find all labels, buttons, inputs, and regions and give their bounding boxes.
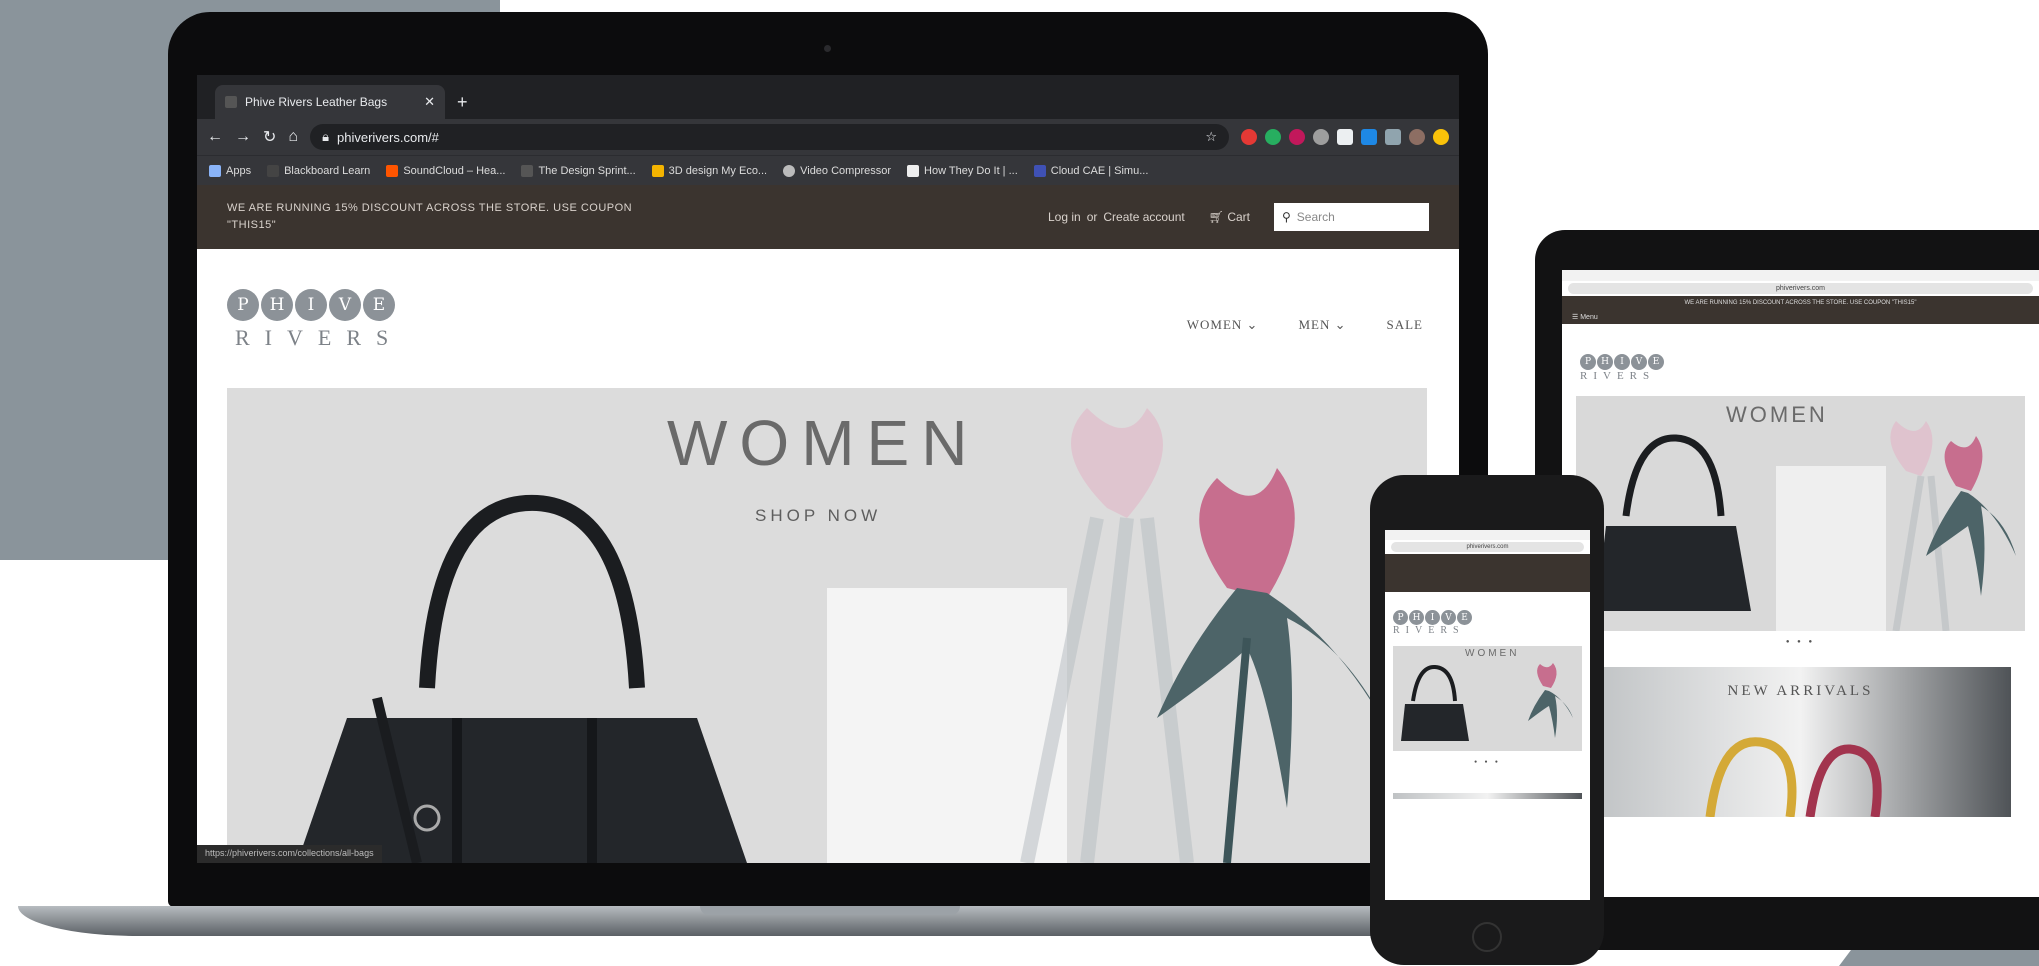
login-link[interactable]: Log in xyxy=(1048,210,1081,224)
bookmark-item[interactable]: 3D design My Eco... xyxy=(651,164,767,177)
tablet-screen: phiverivers.com WE ARE RUNNING 15% DISCO… xyxy=(1562,270,2039,897)
cart-icon: 🛒︎ xyxy=(1208,210,1224,224)
hero-title: WOMEN xyxy=(667,407,980,479)
tablet-hero-image xyxy=(1596,421,2016,631)
phone-address-bar[interactable]: phiverivers.com xyxy=(1391,542,1584,552)
logo-letter: H xyxy=(261,289,293,321)
tablet-new-arrivals-banner[interactable]: NEW ARRIVALS xyxy=(1590,667,2011,817)
tablet-logo[interactable]: PHIVE RIVERS xyxy=(1562,324,2039,396)
laptop-screen: Phive Rivers Leather Bags ✕ + ← → ↻ ⌂ 🔒︎… xyxy=(197,75,1459,863)
bookmark-favicon-icon xyxy=(651,164,664,177)
logo-letter: I xyxy=(295,289,327,321)
profile-avatar-icon[interactable] xyxy=(1409,129,1425,145)
tablet-logo-subtitle: RIVERS xyxy=(1580,370,1656,382)
close-tab-icon[interactable]: ✕ xyxy=(424,94,435,110)
phone-logo[interactable]: PHIVE RIVERS xyxy=(1385,592,1590,646)
new-arrivals-bags-image xyxy=(1705,737,1882,817)
back-arrow-icon[interactable]: ← xyxy=(207,128,223,146)
phone-screen: phiverivers.com PHIVE RIVERS WOMEN ● ● ● xyxy=(1385,530,1590,900)
tablet-address-bar[interactable]: phiverivers.com xyxy=(1568,283,2033,294)
tab-title: Phive Rivers Leather Bags xyxy=(245,95,388,109)
phone-hero-banner[interactable]: WOMEN xyxy=(1393,646,1582,751)
bookmark-favicon-icon xyxy=(521,164,534,177)
tablet-menu-button[interactable]: ☰ Menu xyxy=(1572,314,1598,321)
main-navigation: WOMEN ⌄ MEN ⌄ SALE xyxy=(1187,317,1423,333)
phone-status-bar xyxy=(1385,530,1590,540)
phone-hero-image xyxy=(1401,663,1573,741)
apps-grid-icon xyxy=(209,164,221,177)
favicon-icon xyxy=(225,96,237,108)
laptop-notch xyxy=(700,906,960,915)
hero-banner[interactable]: WOMEN SHOP NOW xyxy=(227,388,1427,863)
extension-icon[interactable] xyxy=(1313,129,1329,145)
search-placeholder: Search xyxy=(1296,210,1335,224)
bookmark-favicon-icon xyxy=(1033,164,1046,177)
extension-icon[interactable] xyxy=(1289,129,1305,145)
phone-menu-bar[interactable] xyxy=(1385,580,1590,592)
search-input[interactable]: ⚲ Search xyxy=(1274,203,1429,231)
bookmark-item[interactable]: How They Do It | ... xyxy=(907,164,1018,177)
phive-rivers-logo[interactable]: P H I V E RIVERS xyxy=(227,289,403,351)
phone-carousel-dots[interactable]: ● ● ● xyxy=(1385,759,1590,765)
phone-logo-subtitle: RIVERS xyxy=(1393,625,1465,636)
announcement-bar: WE ARE RUNNING 15% DISCOUNT ACROSS THE S… xyxy=(197,185,1459,249)
bookmark-item[interactable]: The Design Sprint... xyxy=(521,164,636,177)
lock-icon: 🔒︎ xyxy=(322,129,329,144)
logo-letter: P xyxy=(227,289,259,321)
phone-home-button xyxy=(1472,922,1502,952)
tablet-status-bar xyxy=(1562,270,2039,281)
bookmark-favicon-icon xyxy=(386,164,399,177)
bookmark-item[interactable]: Cloud CAE | Simu... xyxy=(1033,164,1148,177)
tablet-hero-title: WOMEN xyxy=(1726,402,1828,427)
logo-letter: V xyxy=(329,289,361,321)
forward-arrow-icon[interactable]: → xyxy=(235,128,251,146)
bookmarks-bar: Apps Blackboard Learn SoundCloud – Hea..… xyxy=(197,155,1459,185)
bookmark-item[interactable]: Apps xyxy=(209,164,251,177)
address-url[interactable]: phiverivers.com/# xyxy=(337,130,1197,145)
bookmark-star-icon[interactable]: ☆ xyxy=(1205,129,1217,145)
address-bar[interactable]: 🔒︎ phiverivers.com/# ☆ xyxy=(310,124,1229,150)
extension-icon[interactable] xyxy=(1337,129,1353,145)
extension-icon[interactable] xyxy=(1241,129,1257,145)
create-account-link[interactable]: Create account xyxy=(1103,210,1184,224)
phone-hero-title: WOMEN xyxy=(1465,648,1520,659)
bookmark-favicon-icon xyxy=(907,164,920,177)
or-text: or xyxy=(1086,210,1098,224)
tablet-menu-bar: ☰ Menu xyxy=(1562,310,2039,324)
reload-icon[interactable]: ↻ xyxy=(263,127,276,147)
extension-icon[interactable] xyxy=(1385,129,1401,145)
extension-icon[interactable] xyxy=(1361,129,1377,145)
bookmark-item[interactable]: Video Compressor xyxy=(783,164,891,177)
tablet-announcement: WE ARE RUNNING 15% DISCOUNT ACROSS THE S… xyxy=(1562,296,2039,310)
phone-new-arrivals-strip xyxy=(1393,793,1582,799)
bookmark-favicon-icon xyxy=(783,164,796,177)
shop-now-link[interactable]: SHOP NOW xyxy=(755,506,881,526)
tablet-carousel-dots[interactable]: ● ● ● xyxy=(1562,639,2039,645)
bookmark-item[interactable]: SoundCloud – Hea... xyxy=(386,164,505,177)
browser-tab-bar: Phive Rivers Leather Bags ✕ + xyxy=(197,75,1459,119)
nav-women[interactable]: WOMEN ⌄ xyxy=(1187,317,1259,333)
new-arrivals-title: NEW ARRIVALS xyxy=(1727,683,1874,699)
extension-icon[interactable] xyxy=(1265,129,1281,145)
bookmark-item[interactable]: Blackboard Learn xyxy=(267,164,370,177)
nav-sale[interactable]: SALE xyxy=(1387,317,1424,333)
home-icon[interactable]: ⌂ xyxy=(288,128,298,146)
nav-men[interactable]: MEN ⌄ xyxy=(1298,317,1346,333)
logo-subtitle: RIVERS xyxy=(235,325,404,350)
cart-link[interactable]: 🛒︎ Cart xyxy=(1209,210,1250,224)
phone-announcement xyxy=(1385,554,1590,580)
new-tab-button[interactable]: + xyxy=(445,92,480,119)
browser-tab[interactable]: Phive Rivers Leather Bags ✕ xyxy=(215,85,445,119)
extension-icons xyxy=(1241,129,1449,145)
laptop-camera xyxy=(824,45,831,52)
site-header: P H I V E RIVERS WOMEN ⌄ MEN ⌄ SALE xyxy=(197,249,1459,389)
announcement-text: WE ARE RUNNING 15% DISCOUNT ACROSS THE S… xyxy=(227,202,633,231)
tablet-hero-banner[interactable]: WOMEN xyxy=(1576,396,2025,631)
status-bar-url: https://phiverivers.com/collections/all-… xyxy=(197,845,382,863)
search-icon: ⚲ xyxy=(1282,210,1291,224)
logo-letter: E xyxy=(363,289,395,321)
browser-toolbar: ← → ↻ ⌂ 🔒︎ phiverivers.com/# ☆ xyxy=(197,119,1459,155)
extension-icon[interactable] xyxy=(1433,129,1449,145)
bookmark-favicon-icon xyxy=(267,164,280,177)
